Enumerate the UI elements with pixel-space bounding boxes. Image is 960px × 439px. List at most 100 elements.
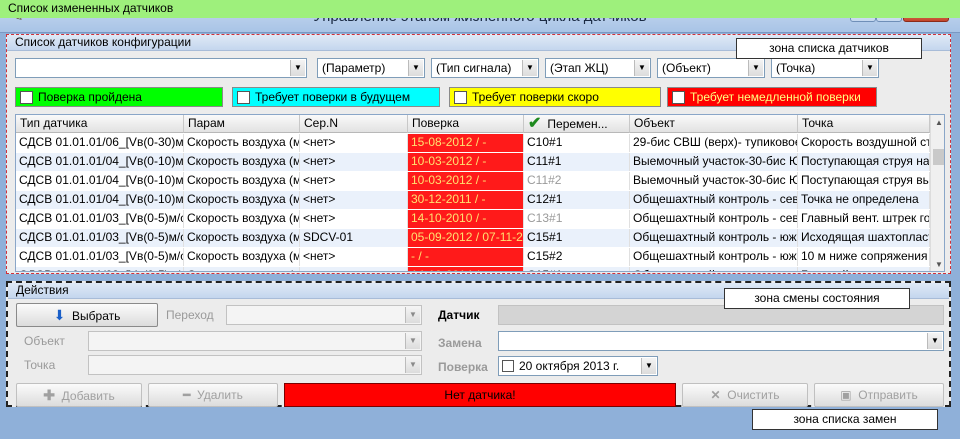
x-icon: ✕ bbox=[710, 388, 721, 402]
table-cell: - / - bbox=[408, 248, 524, 266]
table-cell: 14-10-2014 / - bbox=[408, 267, 524, 271]
table-cell: 14-10-2010 / - bbox=[408, 210, 524, 228]
checkbox[interactable] bbox=[237, 91, 250, 104]
column-header[interactable]: Парам bbox=[184, 115, 300, 133]
table-cell: C15#1 bbox=[524, 229, 630, 247]
chevron-down-icon: ▼ bbox=[862, 60, 877, 76]
transition-select[interactable]: ▼ bbox=[226, 305, 422, 325]
column-header-label: Перемен... bbox=[547, 117, 608, 131]
object-filter[interactable]: (Объект) ▼ bbox=[657, 58, 765, 78]
chevron-down-icon: ▼ bbox=[634, 60, 649, 76]
minus-icon: ━ bbox=[183, 388, 191, 402]
table-cell: <нет> bbox=[300, 248, 408, 266]
parameter-filter[interactable]: (Параметр) ▼ bbox=[317, 58, 425, 78]
replace-label: Замена bbox=[438, 336, 482, 350]
sensor-label: Датчик bbox=[438, 308, 480, 322]
legend-passed[interactable]: Поверка пройдена bbox=[15, 87, 223, 107]
column-header[interactable]: Сер.N bbox=[300, 115, 408, 133]
table-cell: <нет> bbox=[300, 267, 408, 271]
table-cell: СДСВ 01.01.01/06_[Vв(0-30)м/с] bbox=[16, 134, 184, 152]
table-cell: 15-08-2012 / - bbox=[408, 134, 524, 152]
table-cell: <нет> bbox=[300, 191, 408, 209]
table-cell: Общешахтный контроль - юж bbox=[630, 229, 798, 247]
changed-sensors-panel: Список измененных датчиков bbox=[0, 0, 960, 20]
checkbox[interactable] bbox=[672, 91, 685, 104]
table-cell: Скорость воздуха (м/с) bbox=[184, 248, 300, 266]
table-row[interactable]: СДСВ 01.01.01/06_[Vв(0-30)м/с] Скорость в… bbox=[16, 134, 930, 152]
chevron-down-icon: ▼ bbox=[748, 60, 763, 76]
send-button[interactable]: ▣ Отправить bbox=[814, 383, 944, 407]
filter-value: (Этап ЖЦ) bbox=[550, 61, 609, 75]
legend-immediate[interactable]: Требует немедленной поверки bbox=[667, 87, 877, 107]
scroll-down-icon[interactable]: ▼ bbox=[931, 257, 944, 271]
table-cell: СДСВ 01.01.01/03_[Vв(0-5)м/с] bbox=[16, 210, 184, 228]
checkbox[interactable] bbox=[454, 91, 467, 104]
table-row[interactable]: СДСВ 01.01.01/03_[Vв(0-5)м/с]Скорость во… bbox=[16, 210, 930, 228]
table-cell: Скорость воздуха (м/с) bbox=[184, 210, 300, 228]
column-header[interactable]: Тип датчика bbox=[16, 115, 184, 133]
table-cell: C15#2 bbox=[524, 248, 630, 266]
table-cell: 10 м ниже сопряжения bbox=[798, 248, 930, 266]
column-header[interactable]: Поверка bbox=[408, 115, 524, 133]
clear-label: Очистить bbox=[727, 388, 780, 402]
table-cell: СДСВ 01.01.01/04_[Vв(0-10)м/с] bbox=[16, 172, 184, 190]
transition-label: Переход bbox=[166, 308, 214, 322]
legend-soon[interactable]: Требует поверки скоро bbox=[449, 87, 661, 107]
sensor-type-filter[interactable]: ▼ bbox=[15, 58, 307, 78]
table-cell: Скорость воздушной ст bbox=[798, 134, 930, 152]
add-label: Добавить bbox=[61, 389, 115, 403]
table-row[interactable]: СДСВ 01.01.01/04_[Vв(0-10)м/с] Скорость в… bbox=[16, 153, 930, 171]
select-button[interactable]: ⬇ Выбрать bbox=[16, 303, 158, 327]
clear-button[interactable]: ✕ Очистить bbox=[682, 383, 808, 407]
table-cell: Скорость воздуха (м/с) bbox=[184, 153, 300, 171]
table-cell: Скорость воздуха (м/с) bbox=[184, 134, 300, 152]
table-cell: СДСВ 01.01.01/04_[Vв(0-10)м/с] bbox=[16, 191, 184, 209]
add-button[interactable]: ✚ Добавить bbox=[16, 383, 142, 407]
chevron-down-icon: ▼ bbox=[641, 358, 656, 374]
sensor-table[interactable]: Тип датчика Парам Сер.N Поверка ✔ Перемен... О… bbox=[15, 114, 945, 272]
replacement-select[interactable]: ▼ bbox=[498, 331, 944, 351]
table-cell: Выемочный участок-30-бис Ю bbox=[630, 172, 798, 190]
legend-future[interactable]: Требует поверки в будущем bbox=[232, 87, 440, 107]
scroll-up-icon[interactable]: ▲ bbox=[931, 115, 944, 131]
table-cell: <нет> bbox=[300, 153, 408, 171]
check-label: Поверка bbox=[438, 360, 488, 374]
checkbox[interactable] bbox=[20, 91, 33, 104]
table-cell: Главный вент. штрек го bbox=[798, 267, 930, 271]
table-row[interactable]: СДСВ 01.01.01/04_[Vв(0-10)м/с] Скорость в… bbox=[16, 191, 930, 209]
signal-type-filter[interactable]: (Тип сигнала) ▼ bbox=[431, 58, 539, 78]
table-row[interactable]: СДСВ 01.01.01/03_[Vв(0-5)м/с]Скорость во… bbox=[16, 267, 930, 271]
point-select[interactable]: ▼ bbox=[88, 355, 422, 375]
delete-button[interactable]: ━ Удалить bbox=[148, 383, 278, 407]
lifecycle-stage-filter[interactable]: (Этап ЖЦ) ▼ bbox=[545, 58, 651, 78]
check-date-picker[interactable]: 20 октября 2013 г. ▼ bbox=[498, 356, 658, 376]
table-row[interactable]: СДСВ 01.01.01/03_[Vв(0-5)м/с]Скорость во… bbox=[16, 248, 930, 266]
table-cell: Точка не определена bbox=[798, 191, 930, 209]
table-cell: Скорость воздуха (м/с) bbox=[184, 229, 300, 247]
table-cell: C12#1 bbox=[524, 191, 630, 209]
send-label: Отправить bbox=[858, 388, 918, 402]
column-header[interactable]: Точка bbox=[798, 115, 930, 133]
table-row[interactable]: СДСВ 01.01.01/04_[Vв(0-10)м/с] Скорость в… bbox=[16, 172, 930, 190]
table-cell: Общешахтный контроль - сев bbox=[630, 191, 798, 209]
point-filter[interactable]: (Точка) ▼ bbox=[771, 58, 879, 78]
table-cell: C10#1 bbox=[524, 134, 630, 152]
table-cell: C13#1 bbox=[524, 210, 630, 228]
column-header[interactable]: ✔ Перемен... bbox=[524, 115, 630, 133]
filter-value: (Тип сигнала) bbox=[436, 61, 512, 75]
table-cell: Поступающая струя на bbox=[798, 153, 930, 171]
status-message: Нет датчика! bbox=[284, 383, 676, 407]
table-row[interactable]: СДСВ 01.01.01/03_[Vв(0-5)м/с]Скорость во… bbox=[16, 229, 930, 247]
object-select[interactable]: ▼ bbox=[88, 331, 422, 351]
column-header[interactable]: Объект bbox=[630, 115, 798, 133]
checkmark-icon: ✔ bbox=[528, 115, 542, 132]
sensor-list-panel: Список датчиков конфигурации ▼ (Параметр… bbox=[6, 34, 951, 274]
scroll-thumb[interactable] bbox=[933, 149, 944, 165]
table-cell: 29-бис СВШ (верх)- тупиковое bbox=[630, 134, 798, 152]
chevron-down-icon: ▼ bbox=[405, 307, 420, 323]
checkbox[interactable] bbox=[502, 360, 514, 372]
filter-value: (Параметр) bbox=[322, 61, 386, 75]
table-cell: 10-03-2012 / - bbox=[408, 153, 524, 171]
vertical-scrollbar[interactable]: ▲ ▼ bbox=[930, 115, 944, 271]
send-icon: ▣ bbox=[840, 388, 852, 402]
